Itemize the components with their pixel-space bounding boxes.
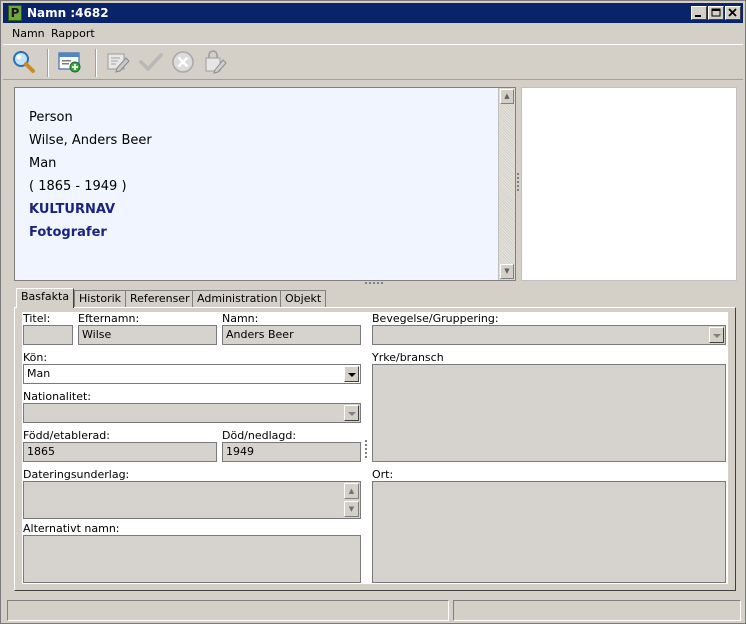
tab-administration[interactable]: Administration [192,290,283,307]
app-logo-icon: P [8,5,22,21]
fodd-label: Född/etablerad: [23,429,110,442]
record-name: Wilse, Anders Beer [29,133,152,148]
ort-label: Ort: [372,468,394,481]
info-scrollbar[interactable]: ▲ ▼ [498,88,515,280]
vertical-splitter-handle[interactable] [517,173,519,193]
new-record-button[interactable] [57,49,83,75]
datering-field[interactable]: ▲ ▼ [23,481,361,519]
tab-basfakta[interactable]: Basfakta [16,288,75,308]
fotografer-link[interactable]: Fotografer [29,224,107,241]
lock-edit-icon [205,50,227,74]
titel-field[interactable] [23,325,73,345]
alt-namn-label: Alternativt namn: [23,522,120,535]
window-title: Namn :4682 [27,6,109,20]
cancel-button[interactable] [170,49,196,75]
menu-rapport[interactable]: Rapport [51,27,95,41]
record-summary-pane: Person Wilse, Anders Beer Man ( 1865 - 1… [14,87,516,281]
datering-label: Dateringsunderlag: [23,468,130,481]
edit-button[interactable] [105,49,131,75]
fodd-field[interactable]: 1865 [23,442,217,462]
toolbar [3,44,743,80]
minimize-button[interactable] [691,6,707,20]
close-icon [728,8,737,17]
efternamn-field[interactable]: Wilse [78,325,217,345]
kon-dropdown-button[interactable] [344,366,359,382]
status-bar [5,600,743,622]
search-button[interactable] [11,49,37,75]
record-lifespan: ( 1865 - 1949 ) [29,179,127,194]
toolbar-separator [95,49,97,77]
yrke-field[interactable] [372,364,726,462]
nationalitet-select[interactable] [23,403,361,423]
title-bar[interactable]: P Namn :4682 [3,3,743,23]
tab-historik[interactable]: Historik [74,290,127,307]
lock-edit-button[interactable] [202,49,228,75]
ort-field[interactable] [372,481,726,583]
maximize-button[interactable] [708,6,724,20]
search-icon [13,51,35,73]
close-button[interactable] [725,6,741,20]
yrke-label: Yrke/bransch [372,351,444,364]
column-splitter-handle[interactable] [365,440,367,460]
check-icon [139,53,163,71]
bevegelse-dropdown-button[interactable] [709,327,724,343]
tab-objekt[interactable]: Objekt [280,290,327,307]
scroll-up-button[interactable]: ▲ [500,89,514,104]
image-preview-pane [521,87,737,281]
datering-scroll-up[interactable]: ▲ [344,483,359,499]
record-type: Person [29,110,73,125]
status-segment-main [7,600,449,621]
maximize-icon [711,8,721,17]
basfakta-panel: Titel: Efternamn: Wilse Namn: Anders Bee… [14,307,736,591]
efternamn-label: Efternamn: [78,312,140,325]
dod-label: Död/nedlagd: [222,429,297,442]
nationalitet-dropdown-button[interactable] [344,405,359,421]
bevegelse-select[interactable] [372,325,726,345]
basfakta-form: Titel: Efternamn: Wilse Namn: Anders Bee… [22,312,728,584]
edit-icon [107,53,130,73]
datering-scroll-down[interactable]: ▼ [344,501,359,517]
cancel-icon [172,51,194,73]
titel-label: Titel: [23,312,51,325]
menu-namn[interactable]: Namn [12,27,45,41]
kulturnav-link[interactable]: KULTURNAV [29,201,115,218]
dod-field[interactable]: 1949 [222,442,361,462]
save-button[interactable] [138,49,164,75]
kon-value: Man [27,367,51,380]
new-record-icon [58,52,81,73]
namn-field[interactable]: Anders Beer [222,325,361,345]
record-gender: Man [29,156,57,171]
main-window: P Namn :4682 Namn Rapport Person Wilse, … [0,0,746,624]
kon-select[interactable]: Man [23,364,361,384]
horizontal-splitter-handle[interactable] [365,282,385,285]
nationalitet-label: Nationalitet: [23,390,91,403]
scroll-down-button[interactable]: ▼ [500,264,514,279]
menu-bar: Namn Rapport [3,25,743,43]
tab-referenser[interactable]: Referenser [125,290,195,307]
minimize-icon [695,15,701,17]
bevegelse-label: Bevegelse/Gruppering: [372,312,499,325]
kon-label: Kön: [23,351,48,364]
namn-label: Namn: [222,312,259,325]
alt-namn-field[interactable] [23,535,361,583]
status-segment-secondary [453,600,741,621]
toolbar-separator [47,49,49,77]
